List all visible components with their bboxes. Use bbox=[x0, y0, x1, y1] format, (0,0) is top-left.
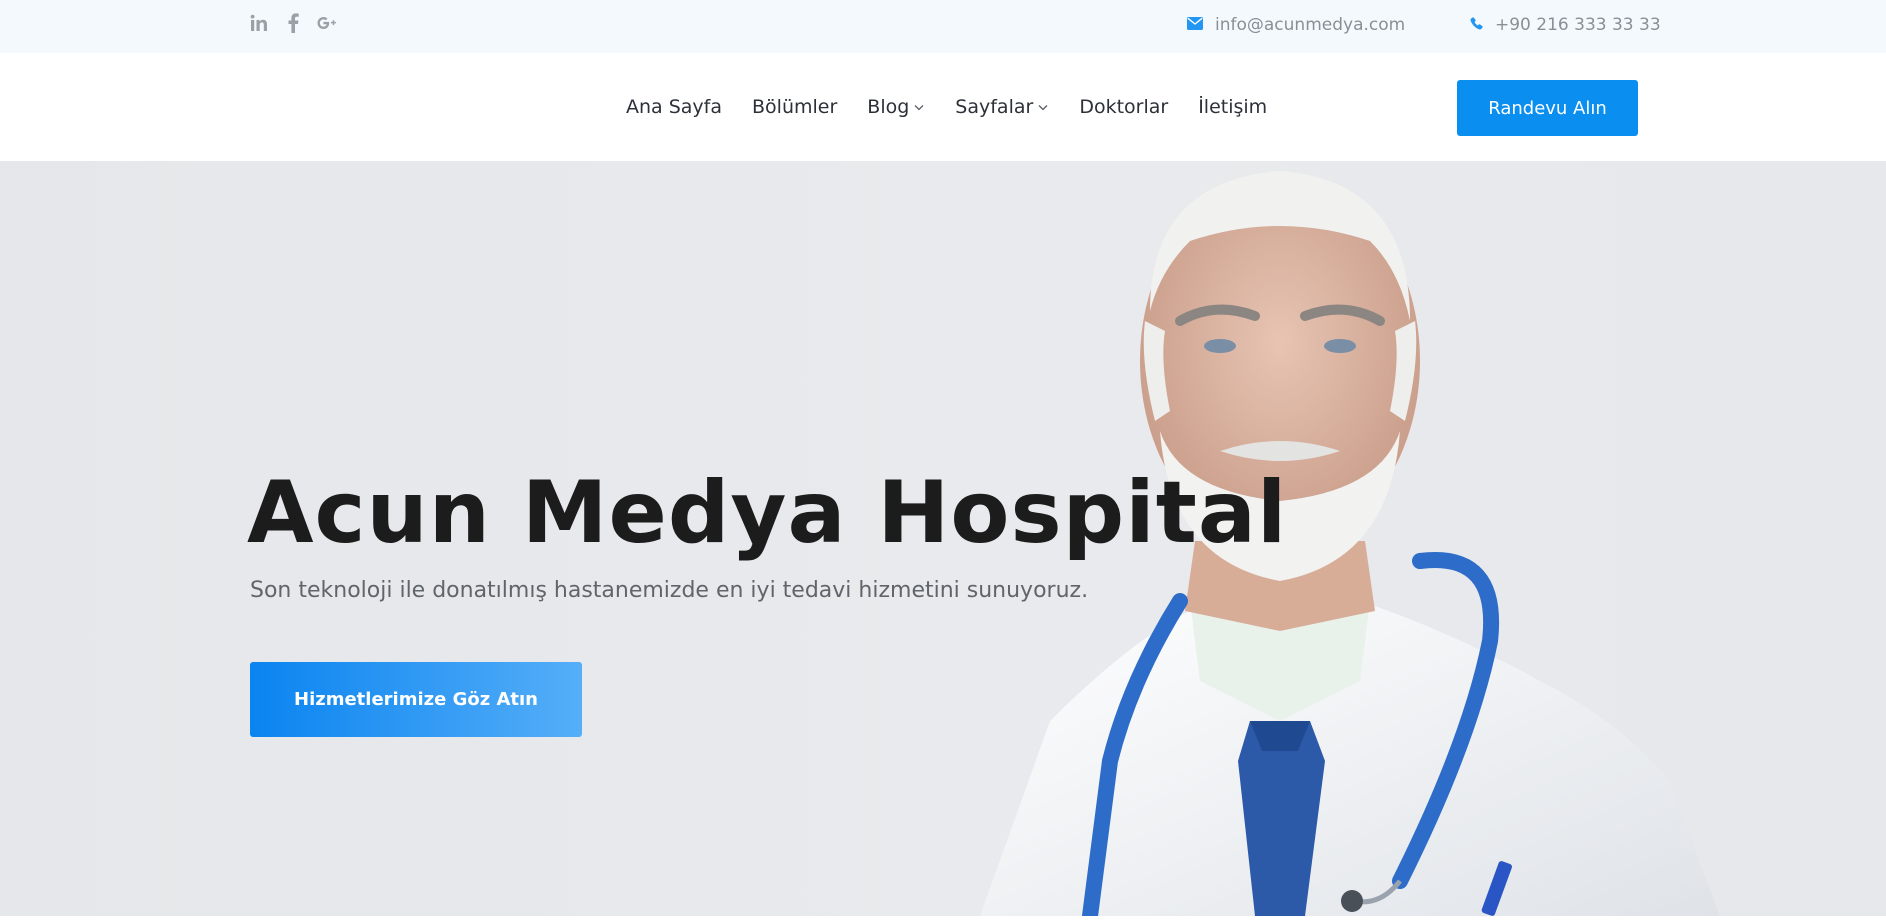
nav-item-iletisim[interactable]: İletişim bbox=[1198, 93, 1267, 121]
nav-item-label: İletişim bbox=[1198, 96, 1268, 118]
phone-icon bbox=[1470, 13, 1483, 37]
google-plus-icon[interactable] bbox=[317, 12, 337, 34]
nav-item-label: Doktorlar bbox=[1079, 96, 1169, 118]
linkedin-icon[interactable] bbox=[249, 12, 269, 34]
nav-item-label: Blog bbox=[867, 96, 910, 118]
contact-email[interactable]: info@acunmedya.com bbox=[1187, 13, 1405, 37]
top-bar: info@acunmedya.com +90 216 333 33 33 bbox=[0, 0, 1886, 53]
envelope-icon bbox=[1187, 13, 1203, 37]
main-nav: Ana Sayfa Bölümler Blog Sayfalar Doktorl… bbox=[626, 93, 1267, 121]
services-button[interactable]: Hizmetlerimize Göz Atın bbox=[250, 662, 582, 737]
appointment-button[interactable]: Randevu Alın bbox=[1457, 80, 1638, 136]
nav-item-label: Ana Sayfa bbox=[626, 96, 723, 118]
nav-item-ana-sayfa[interactable]: Ana Sayfa bbox=[626, 93, 722, 121]
nav-item-doktorlar[interactable]: Doktorlar bbox=[1079, 93, 1168, 121]
hero-subtitle: Son teknoloji ile donatılmış hastanemizd… bbox=[250, 578, 1089, 603]
main-header: Ana Sayfa Bölümler Blog Sayfalar Doktorl… bbox=[0, 53, 1886, 161]
hero-divider bbox=[0, 916, 1886, 920]
hero-section: Acun Medya Hospital Son teknoloji ile do… bbox=[0, 161, 1886, 916]
nav-item-label: Bölümler bbox=[752, 96, 838, 118]
chevron-down-icon bbox=[913, 101, 925, 113]
nav-item-sayfalar[interactable]: Sayfalar bbox=[955, 93, 1049, 121]
hero-title: Acun Medya Hospital bbox=[247, 463, 1288, 563]
chevron-down-icon bbox=[1037, 101, 1049, 113]
social-links bbox=[249, 12, 337, 34]
phone-text: +90 216 333 33 33 bbox=[1495, 15, 1661, 35]
contact-phone[interactable]: +90 216 333 33 33 bbox=[1470, 13, 1661, 37]
nav-item-label: Sayfalar bbox=[955, 96, 1034, 118]
email-text: info@acunmedya.com bbox=[1215, 15, 1406, 35]
nav-item-bolumler[interactable]: Bölümler bbox=[752, 93, 837, 121]
nav-item-blog[interactable]: Blog bbox=[867, 93, 925, 121]
facebook-icon[interactable] bbox=[283, 12, 303, 34]
